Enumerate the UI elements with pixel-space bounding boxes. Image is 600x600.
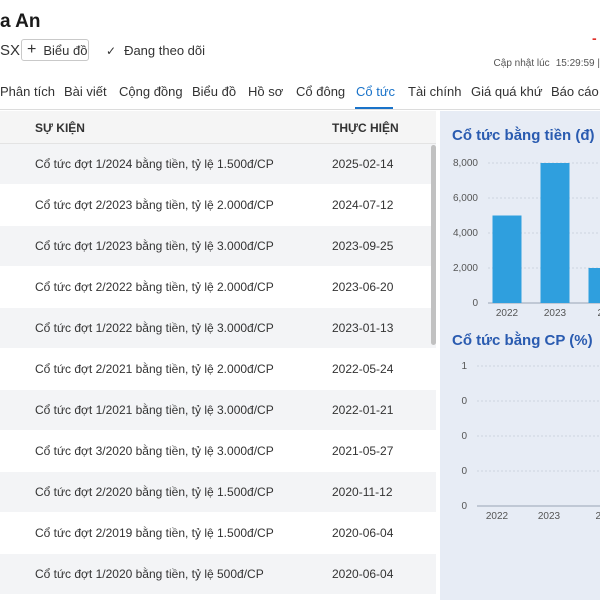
x-tick-label: 2023 [538, 511, 561, 522]
dividend-charts-panel: Cổ tức bằng tiền (đ) 0 2,000 4,000 6,000 8,0… [440, 111, 600, 600]
date-cell: 2023-09-25 [332, 239, 394, 253]
company-title: a An [0, 11, 41, 32]
table-header: SỰ KIỆN THỰC HIỆN [0, 111, 436, 144]
x-tick-label: 2022 [496, 308, 519, 319]
table-row: Cổ tức đợt 1/2022 bằng tiền, tỷ lệ 3.000… [0, 308, 436, 349]
tab-reports[interactable]: Báo cáo [551, 84, 599, 99]
follow-button[interactable]: ✓ Đang theo dõi [106, 43, 205, 58]
y-tick-label: 4,000 [453, 228, 478, 239]
chart-button[interactable]: + Biểu đồ [21, 39, 89, 61]
event-cell: Cổ tức đợt 1/2023 bằng tiền, tỷ lệ 3.000… [35, 239, 274, 253]
date-cell: 2024-07-12 [332, 198, 394, 212]
y-tick-label: 8,000 [453, 158, 478, 169]
event-cell: Cổ tức đợt 1/2024 bằng tiền, tỷ lệ 1.500… [35, 157, 274, 171]
dividend-events-table: SỰ KIỆN THỰC HIỆN Cổ tức đợt 1/2024 bằng… [0, 111, 436, 600]
tab-community[interactable]: Cộng đồng [119, 84, 183, 99]
plus-icon: + [27, 41, 37, 58]
tab-dividends[interactable]: Cổ tức [356, 84, 395, 99]
event-cell: Cổ tức đợt 2/2021 bằng tiền, tỷ lệ 2.000… [35, 362, 274, 376]
y-tick-label: 2,000 [453, 263, 478, 274]
table-row: Cổ tức đợt 2/2023 bằng tiền, tỷ lệ 2.000… [0, 185, 436, 226]
y-tick-label: 1 [461, 361, 467, 372]
date-cell: 2023-06-20 [332, 280, 394, 294]
table-scrollbar[interactable] [431, 145, 436, 345]
update-label: Cập nhật lúc [493, 58, 550, 69]
tab-chart[interactable]: Biểu đồ [192, 84, 236, 99]
table-row: Cổ tức đợt 2/2021 bằng tiền, tỷ lệ 2.000… [0, 349, 436, 390]
date-cell: 2023-01-13 [332, 321, 394, 335]
table-row: Cổ tức đợt 2/2022 bằng tiền, tỷ lệ 2.000… [0, 267, 436, 308]
y-tick-label: 0 [461, 431, 467, 442]
y-tick-label: 0 [472, 298, 478, 309]
event-cell: Cổ tức đợt 1/2022 bằng tiền, tỷ lệ 3.000… [35, 321, 274, 335]
tab-analysis[interactable]: Phân tích [0, 84, 55, 99]
table-row: Cổ tức đợt 3/2020 bằng tiền, tỷ lệ 3.000… [0, 431, 436, 472]
event-cell: Cổ tức đợt 1/2020 bằng tiền, tỷ lệ 500đ/… [35, 567, 264, 581]
stock-dividend-chart: 0 0 0 0 1 2022 2023 20 [461, 361, 600, 522]
bar[interactable] [492, 215, 522, 304]
tab-price-history[interactable]: Giá quá khứ [471, 84, 543, 99]
bar[interactable] [588, 268, 600, 303]
event-cell: Cổ tức đợt 2/2022 bằng tiền, tỷ lệ 2.000… [35, 280, 274, 294]
y-tick-label: 6,000 [453, 193, 478, 204]
tab-bar: Phân tích Bài viết Cộng đồng Biểu đồ Hồ … [0, 76, 600, 110]
bar[interactable] [540, 163, 570, 303]
event-cell: Cổ tức đợt 3/2020 bằng tiền, tỷ lệ 3.000… [35, 444, 274, 458]
date-cell: 2020-06-04 [332, 567, 394, 581]
tab-profile[interactable]: Hồ sơ [248, 84, 283, 99]
tab-shareholders[interactable]: Cổ đông [296, 84, 345, 99]
y-tick-label: 0 [461, 466, 467, 477]
cash-dividend-chart-title: Cổ tức bằng tiền (đ) [452, 127, 595, 144]
event-cell: Cổ tức đợt 1/2021 bằng tiền, tỷ lệ 3.000… [35, 403, 274, 417]
stock-header: a An SX + Biểu đồ ✓ Đang theo dõi - Cập … [0, 0, 600, 76]
x-tick-label: 2023 [544, 308, 567, 319]
header-event: SỰ KIỆN [35, 121, 85, 135]
table-row: Cổ tức đợt 2/2020 bằng tiền, tỷ lệ 1.500… [0, 472, 436, 513]
cash-dividend-chart: 02,0004,0006,0008,0002022202320 [453, 158, 600, 319]
date-cell: 2025-02-14 [332, 157, 394, 171]
update-timestamp: Cập nhật lúc 15:29:59 | [494, 58, 600, 69]
table-row: Cổ tức đợt 1/2023 bằng tiền, tỷ lệ 3.000… [0, 226, 436, 267]
event-cell: Cổ tức đợt 2/2023 bằng tiền, tỷ lệ 2.000… [35, 198, 274, 212]
table-row: Cổ tức đợt 1/2020 bằng tiền, tỷ lệ 500đ/… [0, 554, 436, 595]
date-cell: 2020-06-04 [332, 526, 394, 540]
price-change: - [592, 30, 597, 46]
update-time: 15:29:59 | [555, 58, 600, 69]
table-row: Cổ tức đợt 1/2021 bằng tiền, tỷ lệ 3.000… [0, 390, 436, 431]
event-cell: Cổ tức đợt 2/2019 bằng tiền, tỷ lệ 1.500… [35, 526, 274, 540]
x-tick-label: 20 [595, 511, 600, 522]
exchange-code: SX [0, 42, 21, 59]
table-row: Cổ tức đợt 2/2019 bằng tiền, tỷ lệ 1.500… [0, 513, 436, 554]
date-cell: 2021-05-27 [332, 444, 394, 458]
y-tick-label: 0 [461, 501, 467, 512]
stock-dividend-chart-title: Cổ tức bằng CP (%) [452, 332, 593, 349]
checkmark-icon: ✓ [106, 43, 117, 58]
event-cell: Cổ tức đợt 2/2020 bằng tiền, tỷ lệ 1.500… [35, 485, 274, 499]
date-cell: 2020-11-12 [332, 485, 393, 499]
x-tick-label: 2022 [486, 511, 509, 522]
y-tick-label: 0 [461, 396, 467, 407]
header-date: THỰC HIỆN [332, 121, 399, 135]
date-cell: 2022-05-24 [332, 362, 394, 376]
active-tab-indicator [355, 107, 393, 109]
tab-articles[interactable]: Bài viết [64, 84, 107, 99]
tab-financials[interactable]: Tài chính [408, 84, 461, 99]
follow-label: Đang theo dõi [124, 43, 206, 58]
chart-button-label: Biểu đồ [43, 42, 88, 58]
date-cell: 2022-01-21 [332, 403, 394, 417]
table-row: Cổ tức đợt 1/2024 bằng tiền, tỷ lệ 1.500… [0, 144, 436, 185]
